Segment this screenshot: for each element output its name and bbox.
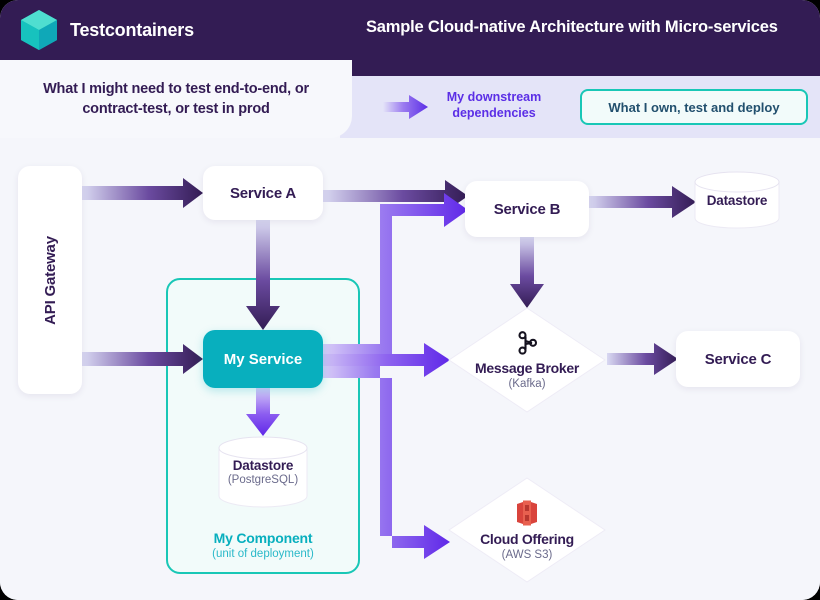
brand: Testcontainers	[18, 8, 194, 52]
component-title: My Component	[213, 530, 313, 546]
node-my-service-label: My Service	[223, 350, 303, 368]
node-datastore-postgresql[interactable]: Datastore (PostgreSQL)	[218, 436, 308, 508]
node-service-a-label: Service A	[229, 184, 297, 202]
edge-service-a-to-my-service	[246, 220, 280, 330]
node-service-b-label: Service B	[493, 200, 561, 218]
right-arrow-icon	[383, 94, 429, 120]
edge-my-service-to-datastore	[246, 388, 280, 436]
diagram-page: Testcontainers Sample Cloud-native Archi…	[0, 0, 820, 600]
node-api-gateway[interactable]: API Gateway	[18, 166, 82, 394]
edge-message-broker-to-service-c	[607, 343, 678, 375]
node-service-a[interactable]: Service A	[203, 166, 323, 220]
cube-icon	[18, 8, 60, 52]
node-datastore-service-b[interactable]: Datastore	[694, 171, 780, 229]
legend-ownership-badge: What I own, test and deploy	[580, 89, 808, 125]
aws-s3-icon	[515, 500, 539, 531]
node-message-broker-sublabel: (Kafka)	[508, 377, 546, 390]
node-datastore-service-b-label: Datastore	[706, 192, 768, 208]
edge-api-gateway-to-service-a	[82, 178, 203, 208]
node-datastore-postgresql-sublabel: (PostgreSQL)	[227, 474, 299, 486]
component-subtitle: (unit of deployment)	[212, 548, 314, 560]
diagram-canvas: API Gateway Service A Service B Service …	[0, 138, 820, 600]
edge-service-b-to-datastore	[589, 186, 696, 218]
node-api-gateway-label: API Gateway	[41, 235, 59, 325]
node-cloud-offering[interactable]: Cloud Offering (AWS S3)	[447, 476, 607, 584]
node-datastore-postgresql-label: Datastore	[232, 458, 294, 473]
edge-api-gateway-to-my-service	[82, 344, 203, 374]
page-title: Sample Cloud-native Architecture with Mi…	[366, 18, 778, 36]
node-service-c-label: Service C	[704, 350, 772, 368]
component-caption: My Component (unit of deployment)	[166, 530, 360, 560]
node-message-broker-label: Message Broker	[475, 359, 579, 376]
legend-ownership-label: What I own, test and deploy	[608, 99, 780, 115]
node-my-service[interactable]: My Service	[203, 330, 323, 388]
node-message-broker[interactable]: Message Broker (Kafka)	[447, 306, 607, 414]
kafka-icon	[516, 330, 538, 360]
edge-service-b-to-message-broker	[510, 237, 544, 308]
node-cloud-offering-label: Cloud Offering	[480, 530, 574, 547]
callout-panel: What I might need to test end-to-end, or…	[0, 60, 352, 138]
brand-name: Testcontainers	[70, 19, 194, 40]
node-service-b[interactable]: Service B	[465, 181, 589, 237]
callout-text: What I might need to test end-to-end, or…	[43, 81, 309, 117]
legend-dependency-label: My downstream dependencies	[446, 90, 542, 121]
node-service-c[interactable]: Service C	[676, 331, 800, 387]
node-cloud-offering-sublabel: (AWS S3)	[501, 548, 553, 561]
